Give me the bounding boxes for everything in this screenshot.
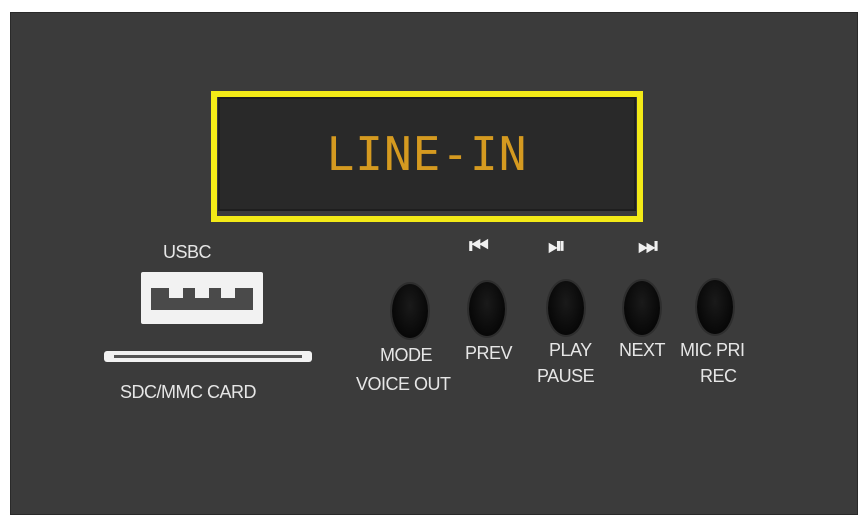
sd-card-label: SDC/MMC CARD <box>120 382 257 402</box>
usb-port[interactable] <box>141 272 263 324</box>
rec-label: REC <box>700 366 737 386</box>
next-button[interactable] <box>624 281 660 335</box>
skip-next-icon: ⏭ <box>638 234 658 259</box>
usb-label: USBC <box>163 242 212 262</box>
next-label: NEXT <box>619 340 666 360</box>
play-pause-icon: ⏯ <box>548 234 566 259</box>
mic-rec-button[interactable] <box>697 280 733 334</box>
voice-out-label: VOICE OUT <box>356 374 451 394</box>
play-pause-button[interactable] <box>548 281 584 335</box>
mic-pri-label: MIC PRI <box>680 340 745 360</box>
usb-port-opening <box>151 288 253 310</box>
mode-button[interactable] <box>392 284 428 338</box>
lcd-display: LINE-IN <box>218 97 636 211</box>
play-label: PLAY <box>549 340 592 360</box>
device-panel <box>10 12 858 515</box>
display-text: LINE-IN <box>326 127 528 181</box>
pause-label: PAUSE <box>537 366 595 386</box>
sd-card-slot[interactable] <box>104 351 312 362</box>
prev-label: PREV <box>465 343 513 363</box>
skip-previous-icon: ⏮ <box>469 234 489 259</box>
mode-label: MODE <box>380 345 433 365</box>
prev-button[interactable] <box>469 282 505 336</box>
